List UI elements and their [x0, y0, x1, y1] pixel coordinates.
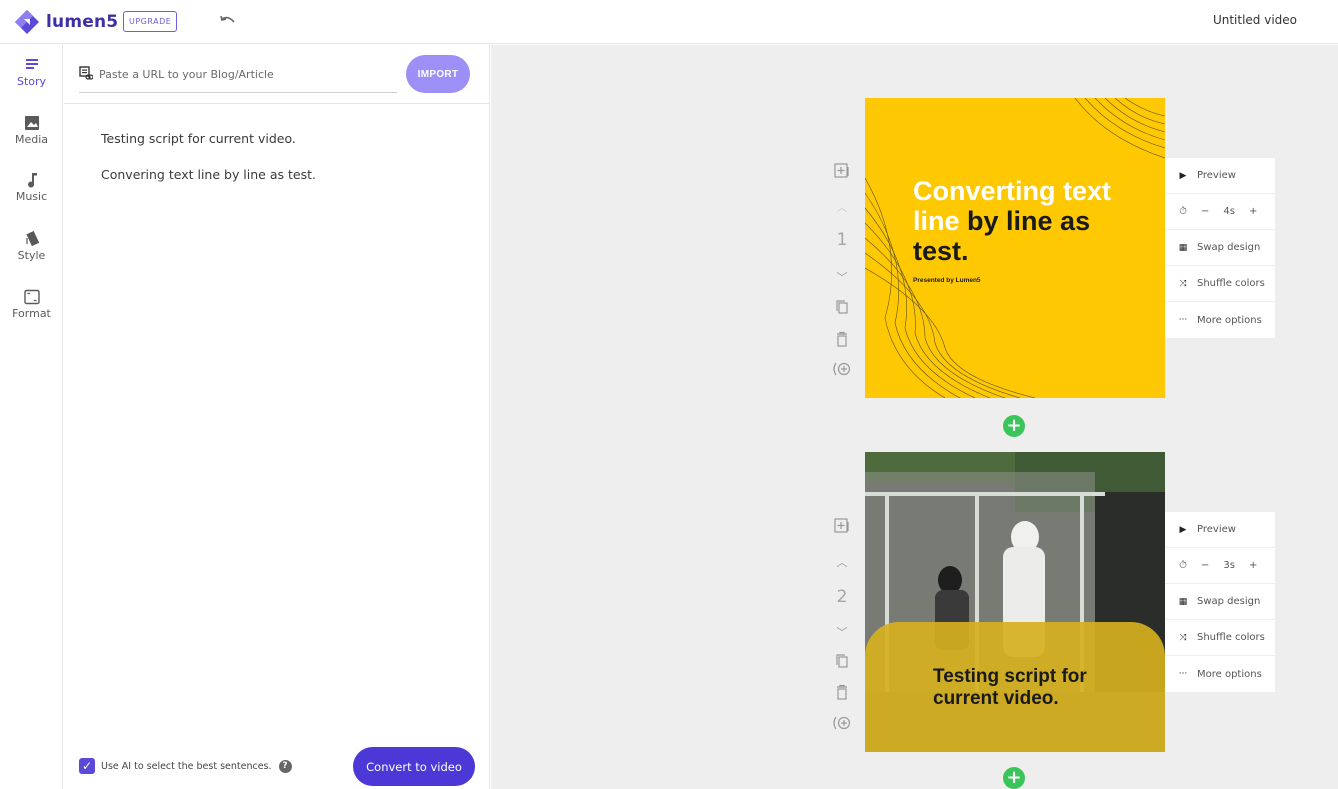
scene-1-subtitle: Presented by Lumen5	[913, 277, 981, 284]
shuffle-icon: ⤨	[1179, 278, 1187, 289]
more-options-label: More options	[1197, 314, 1262, 326]
duplicate-icon[interactable]	[830, 299, 854, 319]
delete-icon[interactable]	[830, 331, 854, 351]
scene-1-controls: ︿ 1 ﹀	[830, 163, 854, 383]
add-voiceover-icon[interactable]	[830, 715, 854, 735]
preview-button[interactable]: ▶ Preview	[1165, 158, 1275, 194]
grid-icon: ▦	[1178, 596, 1188, 607]
shuffle-colors-button[interactable]: ⤨ Shuffle colors	[1165, 266, 1275, 302]
timer-icon: ⏱	[1179, 206, 1187, 217]
duplicate-icon[interactable]	[830, 653, 854, 673]
format-icon	[23, 289, 40, 305]
logo-text: lumen5	[46, 12, 119, 32]
swap-design-button[interactable]: ▦ Swap design	[1165, 584, 1275, 620]
rail-label: Format	[12, 307, 51, 320]
rail-item-story[interactable]: Story	[0, 57, 63, 88]
swap-design-label: Swap design	[1197, 596, 1261, 607]
shuffle-icon: ⤨	[1179, 632, 1187, 643]
move-up-icon[interactable]: ︿	[830, 554, 854, 570]
link-document-icon	[79, 66, 93, 80]
url-input[interactable]	[99, 63, 389, 85]
move-up-icon[interactable]: ︿	[830, 199, 854, 215]
shuffle-colors-label: Shuffle colors	[1197, 632, 1265, 643]
preview-label: Preview	[1197, 170, 1236, 181]
scene-2-caption: Testing script for current video.	[933, 666, 1087, 709]
divider	[64, 103, 490, 104]
lumen5-logo-icon	[15, 10, 39, 34]
duration-value: 3s	[1223, 560, 1235, 571]
duration-minus-button[interactable]: −	[1201, 206, 1209, 217]
story-panel: IMPORT Testing script for current video.…	[64, 45, 490, 789]
video-title[interactable]: Untitled video	[1213, 13, 1297, 27]
palette-icon	[25, 231, 39, 247]
delete-icon[interactable]	[830, 684, 854, 704]
rail-label: Style	[17, 249, 46, 262]
scene-1-preview[interactable]: Converting text line by line as test. Pr…	[865, 98, 1165, 398]
shuffle-colors-button[interactable]: ⤨ Shuffle colors	[1165, 620, 1275, 656]
duration-plus-button[interactable]: +	[1249, 560, 1257, 571]
rail-item-style[interactable]: Style	[0, 231, 63, 262]
rail-label: Music	[15, 190, 48, 203]
add-voiceover-icon[interactable]	[830, 361, 854, 381]
more-options-button[interactable]: ··· More options	[1165, 302, 1275, 338]
ai-select-checkbox[interactable]: ✓	[79, 758, 95, 774]
script-line[interactable]: Convering text line by line as test.	[101, 167, 316, 182]
add-scene-button[interactable]: +	[1003, 415, 1025, 437]
swap-design-button[interactable]: ▦ Swap design	[1165, 230, 1275, 266]
duration-minus-button[interactable]: −	[1201, 560, 1209, 571]
preview-button[interactable]: ▶ Preview	[1165, 512, 1275, 548]
move-down-icon[interactable]: ﹀	[830, 269, 854, 285]
add-text-icon[interactable]	[830, 163, 854, 183]
help-icon[interactable]: ?	[278, 759, 292, 773]
scene-1-menu: ▶ Preview ⏱ − 4s + ▦ Swap design ⤨ Shuff…	[1165, 158, 1275, 338]
scene-2-controls: ︿ 2 ﹀	[830, 518, 854, 738]
grid-icon: ▦	[1178, 242, 1188, 253]
top-bar: lumen5 UPGRADE Untitled video	[0, 0, 1338, 44]
url-row	[79, 59, 397, 93]
scene-1-title: Converting text line by line as test.	[913, 176, 1143, 266]
convert-to-video-button[interactable]: Convert to video	[353, 747, 475, 786]
play-icon: ▶	[1179, 170, 1187, 181]
left-rail: Story Media Music Style Format	[0, 45, 63, 789]
ai-select-row: ✓ Use AI to select the best sentences. ?	[79, 758, 292, 774]
scene-canvas: ︿ 1 ﹀ Converting text line by line as te…	[491, 45, 1338, 789]
ai-select-label: Use AI to select the best sentences.	[101, 760, 272, 772]
rail-label: Media	[14, 133, 49, 146]
music-note-icon	[27, 173, 37, 188]
timer-icon: ⏱	[1179, 560, 1187, 571]
story-icon	[25, 59, 38, 69]
play-icon: ▶	[1179, 524, 1187, 535]
rail-item-format[interactable]: Format	[0, 289, 63, 320]
swap-design-label: Swap design	[1197, 242, 1261, 253]
scene-2-menu: ▶ Preview ⏱ − 3s + ▦ Swap design ⤨ Shuff…	[1165, 512, 1275, 692]
logo[interactable]: lumen5	[14, 9, 118, 35]
duration-control: ⏱ − 3s +	[1165, 548, 1275, 584]
ellipsis-icon: ···	[1178, 669, 1188, 679]
script-line[interactable]: Testing script for current video.	[101, 131, 296, 146]
scene-number: 2	[836, 587, 848, 607]
scene-2-preview[interactable]: Testing script for current video.	[865, 452, 1165, 752]
add-text-icon[interactable]	[830, 518, 854, 538]
ellipsis-icon: ···	[1178, 315, 1188, 325]
undo-icon[interactable]	[218, 12, 238, 30]
move-down-icon[interactable]: ﹀	[830, 624, 854, 640]
preview-label: Preview	[1197, 524, 1236, 535]
duration-value: 4s	[1223, 206, 1235, 217]
duration-control: ⏱ − 4s +	[1165, 194, 1275, 230]
rail-item-music[interactable]: Music	[0, 172, 63, 203]
duration-plus-button[interactable]: +	[1249, 206, 1257, 217]
rail-item-media[interactable]: Media	[0, 115, 63, 146]
upgrade-button[interactable]: UPGRADE	[123, 11, 178, 32]
shuffle-colors-label: Shuffle colors	[1197, 278, 1265, 289]
import-button[interactable]: IMPORT	[406, 55, 470, 93]
image-icon	[24, 116, 39, 130]
add-scene-button[interactable]: +	[1003, 767, 1025, 789]
more-options-button[interactable]: ··· More options	[1165, 656, 1275, 692]
rail-label: Story	[16, 75, 47, 88]
scene-number: 1	[836, 230, 848, 250]
more-options-label: More options	[1197, 668, 1262, 680]
